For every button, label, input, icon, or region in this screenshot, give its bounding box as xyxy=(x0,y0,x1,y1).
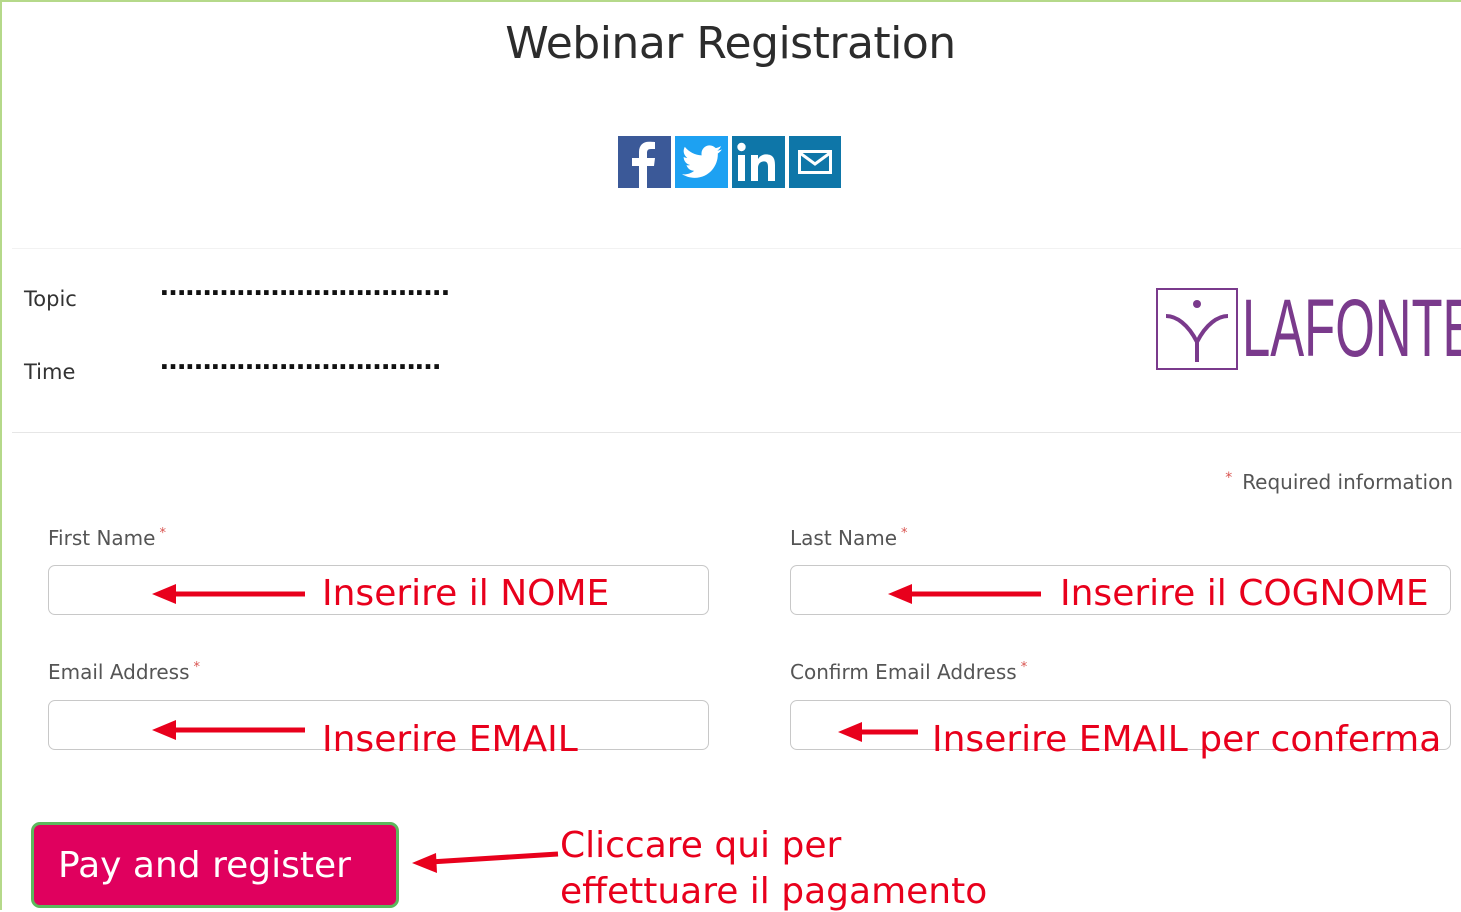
facebook-icon[interactable] xyxy=(618,136,671,188)
annotation-arrow-email xyxy=(152,720,305,740)
email-label: Email Address * xyxy=(48,660,200,684)
annotation-submit-line1: Cliccare qui per xyxy=(560,825,842,866)
envelope-glyph xyxy=(798,150,832,174)
annotation-submit-line2: effettuare il pagamento xyxy=(560,871,988,912)
time-label: Time xyxy=(24,360,76,384)
annotation-arrow-confirm-email xyxy=(838,722,918,742)
logo-text: LAFONTE xyxy=(1242,283,1461,374)
required-mark: * xyxy=(159,526,166,541)
last-name-label: Last Name * xyxy=(790,526,908,550)
email-icon[interactable] xyxy=(789,136,841,188)
first-name-label-text: First Name xyxy=(48,526,156,550)
last-name-label-text: Last Name xyxy=(790,526,898,550)
twitter-icon[interactable] xyxy=(675,136,728,188)
annotation-email: Inserire EMAIL xyxy=(322,719,578,760)
pay-and-register-label: Pay and register xyxy=(58,844,351,886)
annotation-arrow-first-name xyxy=(152,584,305,604)
annotation-arrow-last-name xyxy=(888,584,1041,604)
annotation-last-name: Inserire il COGNOME xyxy=(1060,573,1429,614)
social-share-bar xyxy=(618,136,841,188)
required-note: * Required information xyxy=(1225,470,1453,494)
topic-value: ……………………………. xyxy=(160,272,450,302)
confirm-email-label: Confirm Email Address * xyxy=(790,660,1027,684)
linkedin-icon[interactable] xyxy=(732,136,785,188)
annotation-confirm-email: Inserire EMAIL per conferma xyxy=(932,719,1442,760)
lafonte-logo: LAFONTE xyxy=(1156,288,1461,370)
confirm-email-label-text: Confirm Email Address xyxy=(790,660,1017,684)
required-mark: * xyxy=(193,660,201,675)
email-label-text: Email Address xyxy=(48,660,190,684)
facebook-glyph xyxy=(632,141,655,188)
annotation-first-name: Inserire il NOME xyxy=(322,573,610,614)
topic-label: Topic xyxy=(24,287,77,311)
page-title: Webinar Registration xyxy=(505,18,956,69)
first-name-label: First Name * xyxy=(48,526,166,550)
time-value: …………………………… xyxy=(160,346,441,376)
required-mark: * xyxy=(1225,470,1233,486)
divider xyxy=(12,432,1461,433)
linkedin-glyph xyxy=(737,142,775,181)
divider xyxy=(12,248,1461,249)
annotation-arrow-submit xyxy=(412,851,559,873)
required-mark: * xyxy=(1020,660,1028,675)
twitter-glyph xyxy=(681,145,722,178)
required-note-text: Required information xyxy=(1242,470,1453,494)
logo-emblem-icon xyxy=(1156,288,1238,370)
pay-and-register-button[interactable]: Pay and register xyxy=(31,822,399,908)
required-mark: * xyxy=(901,526,908,541)
